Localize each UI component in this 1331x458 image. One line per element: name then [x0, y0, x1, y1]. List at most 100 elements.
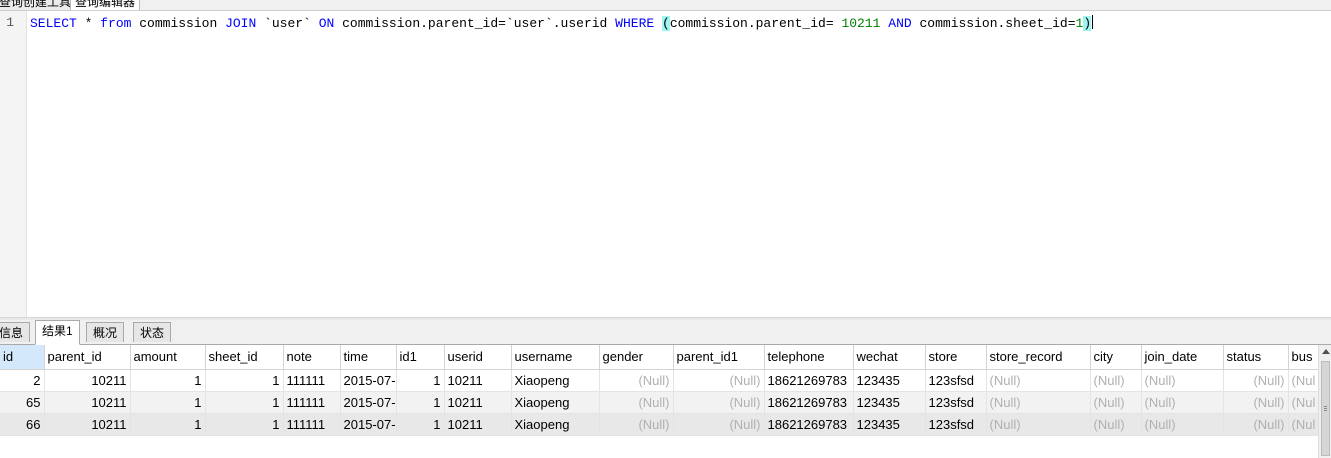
- column-header-parent-id1[interactable]: parent_id1: [673, 345, 765, 370]
- cell-time[interactable]: 2015-07-: [340, 369, 397, 392]
- cell-bus[interactable]: (Nul: [1288, 413, 1318, 436]
- column-header-status[interactable]: status: [1223, 345, 1289, 370]
- cell-join-date[interactable]: (Null): [1141, 369, 1224, 392]
- grip-line: [1324, 408, 1327, 409]
- grip-line: [1324, 406, 1327, 407]
- tab-query-editor[interactable]: 查询编辑器: [70, 0, 141, 10]
- cell-telephone[interactable]: 18621269783: [764, 413, 854, 436]
- column-header-sheet-id[interactable]: sheet_id: [205, 345, 284, 370]
- cell-wechat[interactable]: 123435: [853, 413, 926, 436]
- cell-parent-id1[interactable]: (Null): [673, 369, 765, 392]
- cell-telephone[interactable]: 18621269783: [764, 369, 854, 392]
- cell-wechat[interactable]: 123435: [853, 391, 926, 414]
- column-header-note[interactable]: note: [283, 345, 341, 370]
- cell-note[interactable]: 111111: [283, 391, 341, 414]
- cell-wechat[interactable]: 123435: [853, 369, 926, 392]
- cell-sheet-id[interactable]: 1: [205, 369, 284, 392]
- cell-id1[interactable]: 1: [396, 413, 445, 436]
- result-tab-bar: 信息 结果1 概况 状态: [0, 320, 1331, 345]
- cell-note[interactable]: 111111: [283, 369, 341, 392]
- cell-store[interactable]: 123sfsd: [925, 391, 987, 414]
- column-header-username[interactable]: username: [511, 345, 600, 370]
- cell-gender[interactable]: (Null): [599, 413, 674, 436]
- cell-amount[interactable]: 1: [130, 369, 206, 392]
- cell-amount[interactable]: 1: [130, 391, 206, 414]
- cell-store[interactable]: 123sfsd: [925, 413, 987, 436]
- cell-city[interactable]: (Null): [1090, 391, 1142, 414]
- cell-userid[interactable]: 10211: [444, 369, 512, 392]
- cell-bus[interactable]: (Nul: [1288, 369, 1318, 392]
- column-header-gender[interactable]: gender: [599, 345, 674, 370]
- scrollbar-thumb[interactable]: [1321, 361, 1330, 456]
- cell-username[interactable]: Xiaopeng: [511, 369, 600, 392]
- column-header-city[interactable]: city: [1090, 345, 1142, 370]
- cell-join-date[interactable]: (Null): [1141, 413, 1224, 436]
- cell-status[interactable]: (Null): [1223, 369, 1289, 392]
- column-header-store-record[interactable]: store_record: [986, 345, 1091, 370]
- cell-id[interactable]: 2: [0, 369, 45, 392]
- cell-time[interactable]: 2015-07-: [340, 413, 397, 436]
- cell-id1[interactable]: 1: [396, 391, 445, 414]
- cell-bus[interactable]: (Nul: [1288, 391, 1318, 414]
- column-header-telephone[interactable]: telephone: [764, 345, 854, 370]
- table-row[interactable]: 2 10211 1 1 111111 2015-07- 1 10211 Xiaopeng (Nul…: [0, 369, 1318, 392]
- cell-city[interactable]: (Null): [1090, 413, 1142, 436]
- tab-status[interactable]: 状态: [133, 322, 172, 342]
- column-header-amount[interactable]: amount: [130, 345, 206, 370]
- tab-result-1[interactable]: 结果1: [35, 320, 80, 345]
- cell-parent-id[interactable]: 10211: [44, 391, 131, 414]
- tab-profile[interactable]: 概况: [86, 322, 125, 342]
- cell-sheet-id[interactable]: 1: [205, 391, 284, 414]
- cell-store-record[interactable]: (Null): [986, 413, 1091, 436]
- table-row[interactable]: 66 10211 1 1 111111 2015-07- 1 10211 Xiaopeng (Nu…: [0, 413, 1318, 436]
- cell-username[interactable]: Xiaopeng: [511, 391, 600, 414]
- cell-join-date[interactable]: (Null): [1141, 391, 1224, 414]
- tab-info[interactable]: 信息: [0, 322, 31, 342]
- cell-gender[interactable]: (Null): [599, 391, 674, 414]
- editor-tab-strip: 查询创建工具 查询编辑器: [0, 0, 1331, 11]
- cell-parent-id1[interactable]: (Null): [673, 413, 765, 436]
- table-row[interactable]: 65 10211 1 1 111111 2015-07- 1 10211 Xiaopeng (Nu…: [0, 391, 1318, 414]
- column-header-wechat[interactable]: wechat: [853, 345, 926, 370]
- cell-userid[interactable]: 10211: [444, 413, 512, 436]
- column-header-store[interactable]: store: [925, 345, 987, 370]
- column-header-userid[interactable]: userid: [444, 345, 512, 370]
- cell-username[interactable]: Xiaopeng: [511, 413, 600, 436]
- column-header-join-date[interactable]: join_date: [1141, 345, 1224, 370]
- column-header-bus[interactable]: bus: [1288, 345, 1318, 370]
- cell-parent-id[interactable]: 10211: [44, 369, 131, 392]
- cell-id[interactable]: 65: [0, 391, 45, 414]
- cell-parent-id[interactable]: 10211: [44, 413, 131, 436]
- result-grid[interactable]: id parent_id amount sheet_id note time id1 user…: [0, 345, 1318, 458]
- sql-code-line[interactable]: SELECT * from commission JOIN `user` ON …: [30, 15, 1094, 32]
- cell-id1[interactable]: 1: [396, 369, 445, 392]
- cell-store[interactable]: 123sfsd: [925, 369, 987, 392]
- cell-status[interactable]: (Null): [1223, 391, 1289, 414]
- cell-status[interactable]: (Null): [1223, 413, 1289, 436]
- sql-token: ON: [318, 16, 335, 31]
- text-cursor: [1092, 15, 1094, 29]
- cell-note[interactable]: 111111: [283, 413, 341, 436]
- cell-store-record[interactable]: (Null): [986, 369, 1091, 392]
- tab-query-builder[interactable]: 查询创建工具: [0, 0, 77, 10]
- cell-parent-id1[interactable]: (Null): [673, 391, 765, 414]
- cell-amount[interactable]: 1: [130, 413, 206, 436]
- cell-gender[interactable]: (Null): [599, 369, 674, 392]
- sql-token: JOIN: [225, 16, 257, 31]
- scroll-up-arrow-icon[interactable]: [1322, 349, 1330, 354]
- sql-token: (: [662, 16, 670, 31]
- column-header-id1[interactable]: id1: [396, 345, 445, 370]
- cell-id[interactable]: 66: [0, 413, 45, 436]
- cell-sheet-id[interactable]: 1: [205, 413, 284, 436]
- cell-telephone[interactable]: 18621269783: [764, 391, 854, 414]
- vertical-scrollbar[interactable]: [1318, 345, 1331, 458]
- column-header-parent-id[interactable]: parent_id: [44, 345, 131, 370]
- cell-store-record[interactable]: (Null): [986, 391, 1091, 414]
- cell-userid[interactable]: 10211: [444, 391, 512, 414]
- sql-editor[interactable]: 1 SELECT * from commission JOIN `user` O…: [0, 11, 1331, 317]
- cell-time[interactable]: 2015-07-: [340, 391, 397, 414]
- sql-token: commission.parent_id=`user`.userid: [334, 16, 616, 31]
- column-header-time[interactable]: time: [340, 345, 397, 370]
- cell-city[interactable]: (Null): [1090, 369, 1142, 392]
- column-header-id[interactable]: id: [0, 345, 45, 370]
